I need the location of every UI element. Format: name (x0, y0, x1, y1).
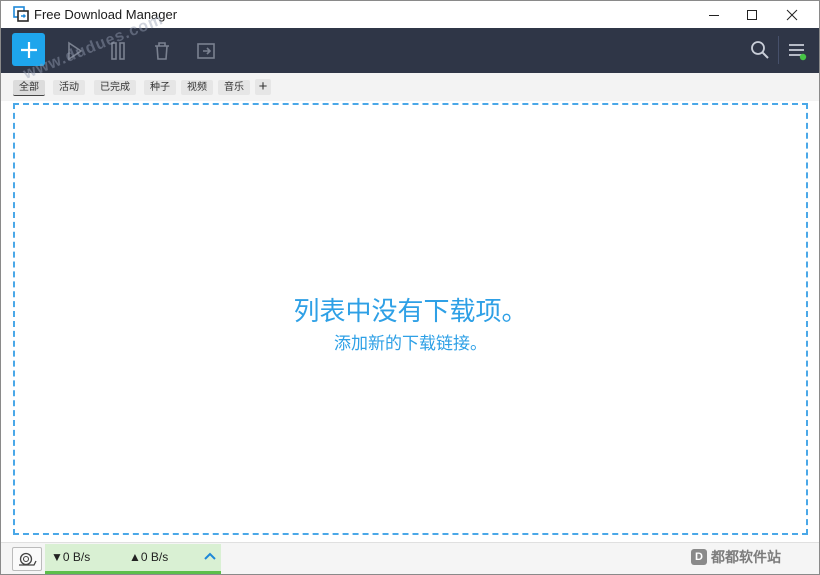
delete-icon[interactable] (151, 40, 173, 62)
download-drop-zone[interactable]: 列表中没有下载项。 添加新的下载链接。 (13, 103, 808, 535)
app-window: Free Download Manager 全部 活动 已完成 种子 视频 音乐… (0, 0, 820, 575)
maximize-button[interactable] (733, 1, 771, 28)
add-icon (20, 41, 37, 58)
download-speed: ▼0 B/s (51, 550, 91, 564)
filter-tab-torrents[interactable]: 种子 (144, 80, 176, 95)
filter-tab-active[interactable]: 活动 (53, 80, 85, 95)
filter-tab-video[interactable]: 视频 (181, 80, 213, 95)
app-logo-icon (13, 6, 29, 22)
watermark-logo-icon: D (691, 549, 707, 565)
title-bar: Free Download Manager (1, 1, 819, 28)
status-bar: ▼0 B/s ▲0 B/s D 都都软件站 (1, 542, 819, 574)
minimize-button[interactable] (695, 1, 733, 28)
move-icon[interactable] (195, 40, 217, 62)
filter-tab-completed[interactable]: 已完成 (94, 80, 136, 95)
close-button[interactable] (773, 1, 811, 28)
speed-mode-button[interactable] (12, 547, 42, 571)
empty-list-message: 列表中没有下载项。 (293, 297, 528, 327)
search-icon[interactable] (749, 39, 771, 61)
speed-panel[interactable]: ▼0 B/s ▲0 B/s (45, 544, 221, 574)
toolbar-divider (778, 36, 779, 64)
close-icon (786, 9, 798, 20)
maximize-icon (747, 9, 757, 20)
upload-speed: ▲0 B/s (129, 550, 169, 564)
menu-icon[interactable] (787, 41, 807, 61)
add-filter-button[interactable]: + (255, 79, 271, 95)
minimize-icon (709, 14, 719, 16)
snail-icon (19, 552, 37, 566)
watermark-text: 都都软件站 (711, 549, 781, 565)
chevron-up-icon[interactable] (203, 549, 217, 563)
add-link-hint: 添加新的下载链接。 (334, 334, 487, 354)
filter-bar: 全部 活动 已完成 种子 视频 音乐 + (1, 73, 819, 101)
corner-watermark: D 都都软件站 (691, 547, 781, 567)
filter-tab-music[interactable]: 音乐 (218, 80, 250, 95)
notification-dot (799, 53, 807, 61)
